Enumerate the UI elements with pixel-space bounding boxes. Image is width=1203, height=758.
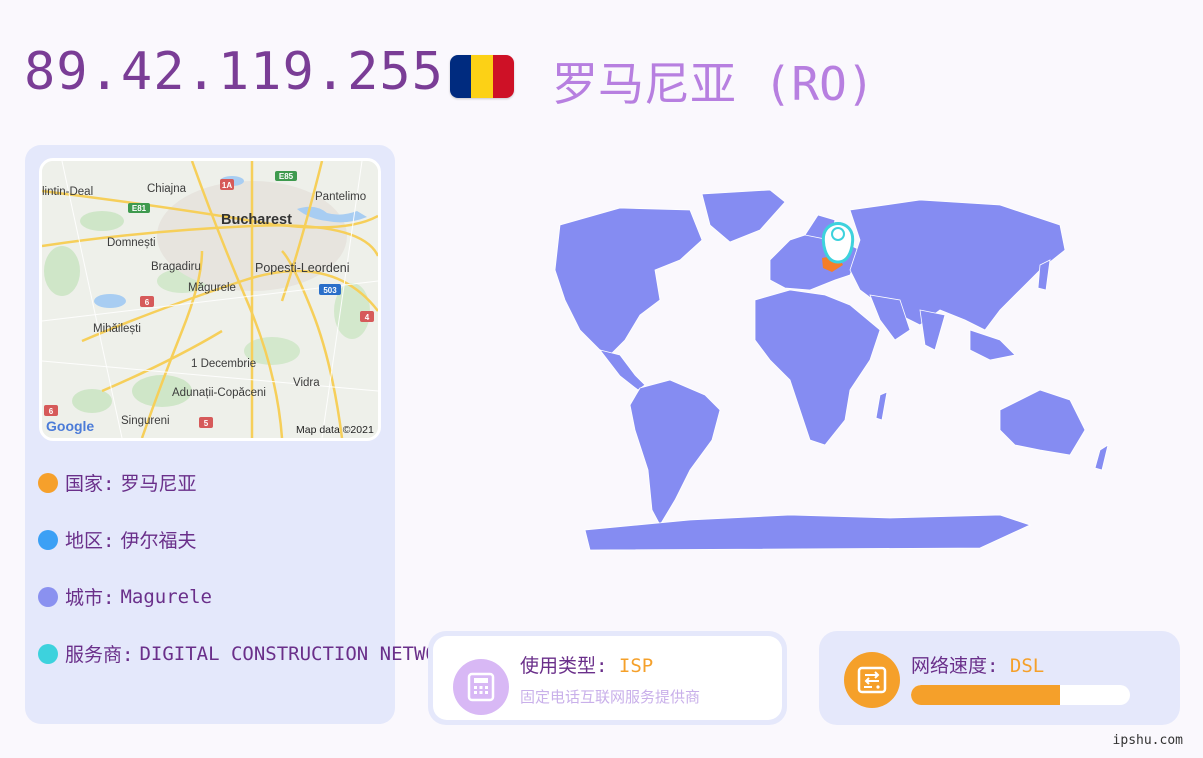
phone-icon — [453, 659, 509, 715]
map-label-pantelimon: Pantelimo — [315, 191, 366, 203]
city-dot-icon — [38, 586, 58, 607]
shield-1a: 1A — [222, 181, 232, 190]
info-isp: 服务商: DIGITAL CONSTRUCTION NETWORK — [38, 640, 460, 667]
ip-address: 89.42.119.255 — [24, 42, 444, 102]
isp-value: DIGITAL CONSTRUCTION NETWORK — [139, 642, 460, 665]
country-label: 国家: — [65, 473, 115, 495]
map-label-clintin: lintin-Deal — [42, 186, 93, 198]
map-label-chiajna: Chiajna — [147, 183, 187, 195]
map-label-popesti: Popesti-Leordeni — [255, 261, 350, 275]
speed-card: 网络速度: DSL — [819, 631, 1180, 725]
city-label: 城市: — [65, 587, 115, 609]
country-value: 罗马尼亚 — [120, 473, 197, 495]
usage-subtitle: 固定电话互联网服务提供商 — [520, 688, 701, 706]
shield-6b: 6 — [49, 407, 54, 416]
shield-e85: E85 — [279, 172, 294, 181]
shield-503: 503 — [323, 286, 337, 295]
info-region: 地区: 伊尔福夫 — [38, 526, 196, 553]
map-label-singureni: Singureni — [121, 415, 170, 427]
map-label-decembrie: 1 Decembrie — [191, 358, 256, 370]
map-label-bucharest: Bucharest — [221, 212, 292, 228]
romania-flag-icon — [450, 55, 514, 98]
region-value: 伊尔福夫 — [120, 530, 197, 552]
isp-dot-icon — [38, 643, 58, 664]
region-dot-icon — [38, 529, 58, 550]
region-label: 地区: — [65, 530, 115, 552]
info-city: 城市: Magurele — [38, 583, 212, 610]
shield-4: 4 — [365, 313, 370, 322]
map-label-magurele: Măgurele — [188, 282, 236, 294]
shield-5: 5 — [204, 419, 209, 428]
isp-label: 服务商: — [65, 644, 134, 666]
usage-title: 使用类型: ISP — [520, 651, 653, 678]
map-label-mihailesti: Mihăilești — [93, 323, 141, 335]
info-country: 国家: 罗马尼亚 — [38, 469, 196, 496]
usage-label: 使用类型: — [520, 655, 608, 677]
location-card: 1A E85 E81 6 503 4 6 5 lintin-Deal Chiaj… — [25, 145, 460, 724]
country-title: 罗马尼亚 (RO) — [552, 57, 875, 111]
usage-type-card: 使用类型: ISP 固定电话互联网服务提供商 — [428, 631, 787, 725]
world-map — [440, 180, 1160, 560]
mini-map[interactable]: 1A E85 E81 6 503 4 6 5 lintin-Deal Chiaj… — [39, 158, 381, 441]
router-icon — [844, 652, 900, 708]
map-label-bragadiru: Bragadiru — [151, 261, 201, 273]
map-label-vidra: Vidra — [293, 377, 320, 389]
map-label-adunatii: Adunații-Copăceni — [172, 387, 266, 399]
speed-progress-track — [911, 685, 1130, 705]
speed-value: DSL — [1009, 655, 1045, 677]
usage-value: ISP — [618, 655, 654, 677]
google-logo: Google — [46, 418, 94, 434]
city-value: Magurele — [120, 585, 212, 608]
speed-title: 网络速度: DSL — [911, 651, 1044, 678]
shield-e81: E81 — [132, 204, 147, 213]
speed-label: 网络速度: — [911, 655, 999, 677]
location-pin-icon — [821, 222, 855, 264]
map-label-domnesti: Domnești — [107, 237, 156, 249]
map-attribution: Map data ©2021 — [296, 424, 374, 436]
country-dot-icon — [38, 472, 58, 493]
shield-6a: 6 — [145, 298, 150, 307]
speed-progress-fill — [911, 685, 1060, 705]
site-footer[interactable]: ipshu.com — [1113, 733, 1183, 748]
